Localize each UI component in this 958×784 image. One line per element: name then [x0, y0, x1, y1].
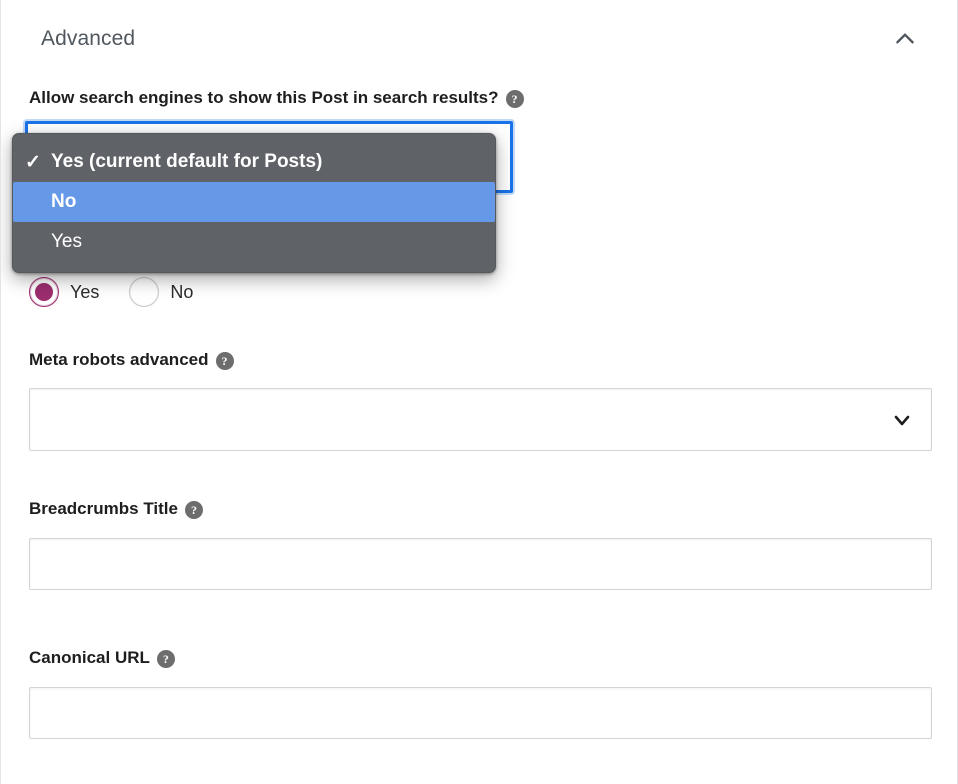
canonical-url-input[interactable] [29, 687, 932, 740]
chevron-up-icon [892, 26, 918, 52]
meta-robots-advanced-select-wrap [29, 388, 932, 452]
dropdown-option-yes[interactable]: Yes [13, 222, 495, 262]
field-canonical-url-label-text: Canonical URL [29, 648, 150, 667]
field-meta-robots-advanced: Meta robots advanced ? [1, 350, 957, 452]
radio-follow-yes[interactable]: Yes [29, 277, 99, 307]
field-breadcrumbs-title-label: Breadcrumbs Title ? [29, 499, 933, 520]
dropdown-option-yes-default[interactable]: ✓ Yes (current default for Posts) [13, 142, 495, 182]
panel-header[interactable]: Advanced [1, 0, 957, 78]
field-meta-robots-advanced-label: Meta robots advanced ? [29, 350, 933, 371]
field-canonical-url: Canonical URL ? [1, 648, 957, 740]
field-index-label: Allow search engines to show this Post i… [29, 88, 933, 109]
field-breadcrumbs-title: Breadcrumbs Title ? [1, 499, 957, 591]
field-index: Allow search engines to show this Post i… [1, 88, 957, 109]
advanced-seo-panel: Advanced Allow search engines to show th… [0, 0, 958, 784]
radio-follow-no-label: No [170, 281, 194, 302]
checkmark-icon: ✓ [25, 151, 41, 173]
radio-unselected-icon[interactable] [129, 277, 160, 307]
breadcrumbs-title-input[interactable] [29, 538, 932, 591]
help-icon[interactable]: ? [215, 352, 234, 371]
radio-follow-yes-label: Yes [70, 281, 100, 302]
field-canonical-url-label: Canonical URL ? [29, 648, 933, 669]
meta-robots-advanced-select[interactable] [29, 388, 932, 452]
help-icon[interactable]: ? [184, 501, 203, 520]
help-icon[interactable]: ? [505, 90, 524, 109]
collapse-panel-button[interactable] [887, 21, 923, 57]
field-index-label-text: Allow search engines to show this Post i… [29, 88, 499, 107]
radio-selected-icon[interactable] [29, 277, 59, 307]
field-meta-robots-advanced-label-text: Meta robots advanced [29, 350, 209, 369]
field-breadcrumbs-title-label-text: Breadcrumbs Title [29, 499, 178, 518]
help-icon[interactable]: ? [156, 650, 175, 669]
radio-follow-no[interactable]: No [129, 277, 193, 307]
page-title: Advanced [41, 27, 136, 50]
field-follow-radio-group: Yes No [29, 277, 193, 307]
index-select-dropdown[interactable]: ✓ Yes (current default for Posts) No Yes [12, 133, 496, 273]
dropdown-option-no[interactable]: No [13, 182, 495, 222]
